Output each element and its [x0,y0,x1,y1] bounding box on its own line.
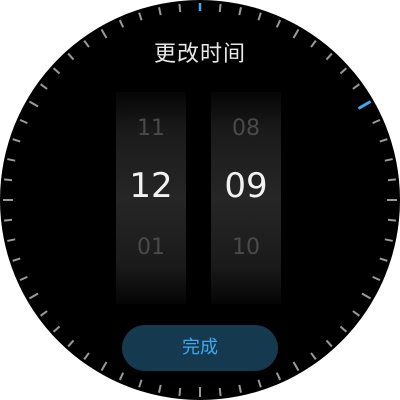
bezel-tick [384,238,393,242]
bezel-tick [40,83,48,90]
bezel-tick [138,12,143,21]
bezel-tick [52,67,61,75]
minute-picker[interactable]: 08 09 10 [211,92,281,304]
bezel-tick [138,379,143,388]
bezel-tick [238,7,242,16]
bezel-tick [384,158,393,162]
bezel-tick [257,12,262,21]
minute-current-value[interactable]: 09 [211,166,281,206]
bezel-tick [19,275,28,282]
bezel-tick [238,384,242,393]
done-button[interactable]: 完成 [122,325,278,371]
bezel-tick [118,19,125,28]
bezel-tick [372,275,381,282]
minute-next-value[interactable]: 10 [211,235,281,260]
bezel-tick [28,100,39,108]
bezel-tick [339,325,348,333]
hour-prev-value[interactable]: 11 [116,116,186,141]
bezel-tick [178,387,182,397]
bezel-tick [12,257,21,262]
bezel-tick [3,218,13,222]
hour-picker[interactable]: 11 12 01 [116,92,186,304]
bezel-tick [178,3,182,13]
bezel-tick [352,310,360,317]
bezel-tick [352,83,360,90]
bezel-tick [100,361,108,372]
hour-current-value[interactable]: 12 [116,166,186,206]
bezel-tick [292,361,300,372]
bezel-tick [275,372,282,381]
bezel-tick [218,387,222,397]
bezel-tick [257,379,262,388]
bezel-tick [3,178,13,182]
bezel-tick [339,67,348,75]
bezel-tick [361,292,372,300]
bezel-tick [379,257,388,262]
bezel-tick [83,352,90,360]
bezel-tick [325,339,333,348]
bezel-tick [218,3,222,13]
bezel-tick [28,292,39,300]
bezel-tick [379,138,388,143]
minute-prev-value[interactable]: 08 [211,116,281,141]
bezel-tick [52,325,61,333]
watch-face: 更改时间 11 12 01 08 09 10 完成 [0,0,400,400]
bezel-tick [158,7,162,16]
hour-next-value[interactable]: 01 [116,235,186,260]
bezel-tick [387,178,397,182]
bezel-tick [67,339,75,348]
bezel-tick [40,310,48,317]
bezel-tick [12,138,21,143]
page-title: 更改时间 [153,42,246,67]
bezel-tick [158,384,162,393]
bezel-tick [275,19,282,28]
bezel-tick [372,118,381,125]
bezel-tick [118,372,125,381]
bezel-tick [310,352,317,360]
bezel-tick [19,118,28,125]
bezel-tick [7,238,16,242]
hour-indicator-tick [357,100,372,110]
bezel-tick [387,218,397,222]
bezel-tick [7,158,16,162]
